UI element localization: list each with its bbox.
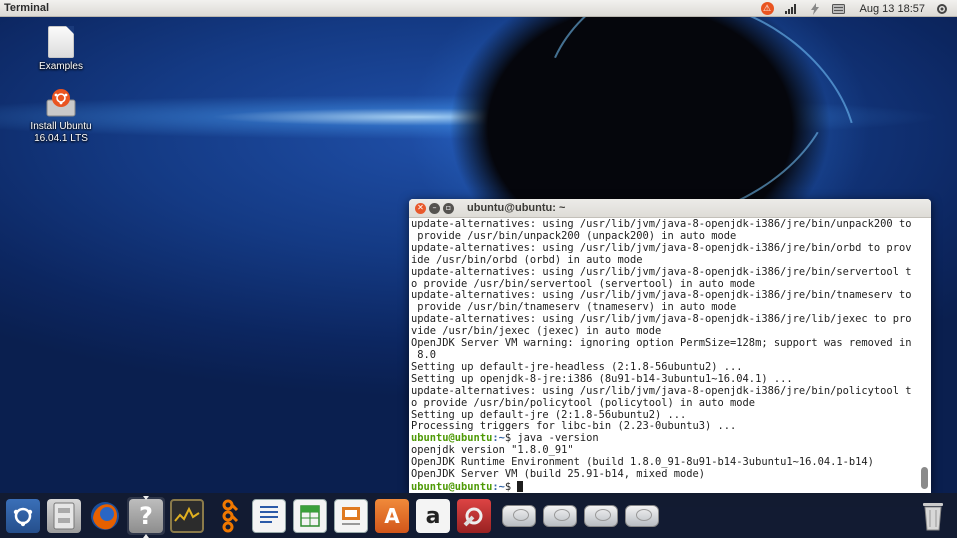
terminal-output[interactable]: update-alternatives: using /usr/lib/jvm/… [411,218,917,493]
launcher-files[interactable] [45,497,83,535]
file-cabinet-icon [47,499,81,533]
text-cursor [517,480,524,492]
file-icon [48,26,74,58]
launcher-amazon[interactable]: a [414,497,452,535]
minimize-icon[interactable]: – [429,202,440,214]
panel-app-title: Terminal [4,2,50,14]
launcher-system-monitor[interactable] [168,497,206,535]
terminal-line: update-alternatives: using /usr/lib/jvm/… [411,384,912,397]
running-indicator [143,496,149,500]
settings-icon [457,499,491,533]
scrollbar-thumb[interactable] [921,467,928,489]
system-monitor-icon [170,499,204,533]
update-indicator-icon[interactable]: ⚠ [760,2,774,15]
power-indicator-icon[interactable] [808,2,822,15]
desktop-icon-label: Install Ubuntu 16.04.1 LTS [30,121,92,144]
drive-icon [502,505,536,527]
window-title: ubuntu@ubuntu: ~ [467,202,566,214]
clock[interactable]: Aug 13 18:57 [856,3,925,15]
network-indicator-icon[interactable] [784,3,798,15]
launcher-libreoffice-calc[interactable] [291,497,329,535]
desktop-icon-label: Examples [39,61,83,72]
launcher-drive-4[interactable] [623,497,661,535]
launcher-bluetooth[interactable] [209,497,247,535]
indicator-area: ⚠ Aug 13 18:57 [760,0,957,17]
drive-icon [543,505,577,527]
bluetooth-icon [211,499,245,533]
terminal-window[interactable]: ✕ – ▫ ubuntu@ubuntu: ~ update-alternativ… [409,199,931,493]
launcher-trash[interactable] [914,497,952,535]
launcher-dock: ? A a [0,493,957,538]
drive-icon [584,505,618,527]
terminal-line: update-alternatives: using /usr/lib/jvm/… [411,265,912,278]
desktop-icon-examples[interactable]: Examples [21,26,101,73]
top-panel: Terminal ⚠ Aug 13 18:57 [0,0,957,17]
ubuntu-logo-icon [6,499,40,533]
launcher-ubuntu-dash[interactable] [4,497,42,535]
terminal-line: ide /usr/bin/orbd (orbd) in auto mode [411,253,643,266]
launcher-drive-1[interactable] [500,497,538,535]
launcher-drive-3[interactable] [582,497,620,535]
firefox-icon [88,499,122,533]
terminal-line: Setting up openjdk-8-jre:i386 (8u91-b14-… [411,372,793,385]
drive-icon [625,505,659,527]
launcher-help[interactable]: ? [127,496,165,538]
launcher-system-settings[interactable] [455,497,493,535]
terminal-line: Setting up default-jre-headless (2:1.8-5… [411,360,743,373]
trash-icon [916,499,950,533]
launcher-libreoffice-impress[interactable] [332,497,370,535]
keyboard-indicator-icon[interactable] [832,3,846,15]
impress-icon [334,499,368,533]
terminal-line: update-alternatives: using /usr/lib/jvm/… [411,241,912,254]
gear-icon[interactable] [935,3,949,15]
desktop-icon-install-ubuntu[interactable]: Install Ubuntu 16.04.1 LTS [21,88,101,145]
terminal-line: OpenJDK Server VM warning: ignoring opti… [411,337,912,350]
writer-icon [252,499,286,533]
terminal-line: OpenJDK Server VM (build 25.91-b14, mixe… [411,468,706,481]
terminal-command: java -version [517,432,599,445]
launcher-firefox[interactable] [86,497,124,535]
installer-icon [44,88,78,118]
launcher-drive-2[interactable] [541,497,579,535]
close-icon[interactable]: ✕ [415,202,426,214]
amazon-icon: a [416,499,450,533]
terminal-line: o provide /usr/bin/policytool (policytoo… [411,396,756,409]
terminal-scrollbar[interactable] [921,221,929,491]
calc-icon [293,499,327,533]
window-titlebar[interactable]: ✕ – ▫ ubuntu@ubuntu: ~ [409,199,931,218]
question-mark-icon: ? [129,499,163,533]
maximize-icon[interactable]: ▫ [443,202,454,214]
launcher-software-center[interactable]: A [373,497,411,535]
terminal-prompt-line[interactable]: ubuntu@ubuntu:~$ [411,480,917,493]
software-center-icon: A [375,499,409,533]
focus-indicator [143,534,149,538]
launcher-libreoffice-writer[interactable] [250,497,288,535]
